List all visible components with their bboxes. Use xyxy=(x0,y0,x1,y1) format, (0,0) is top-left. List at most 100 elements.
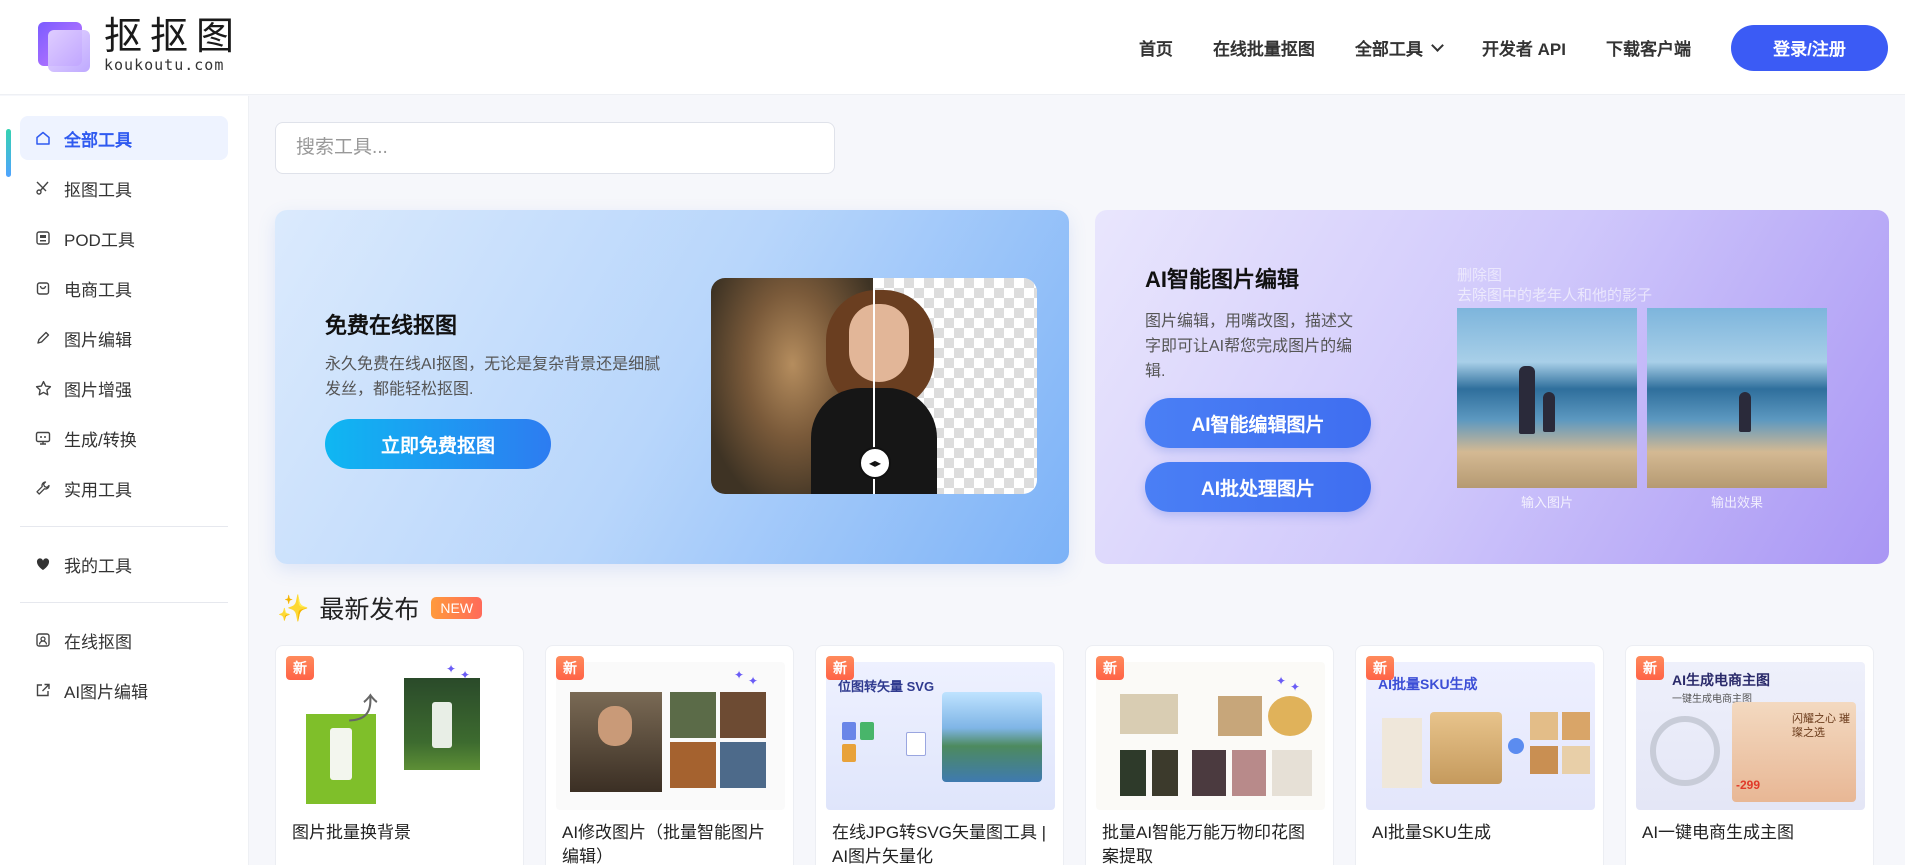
portrait-icon xyxy=(34,631,52,649)
heart-icon xyxy=(34,555,52,573)
new-badge: 新 xyxy=(286,656,314,680)
nav-download-client[interactable]: 下载客户端 xyxy=(1606,35,1691,60)
sidebar-item-image-edit[interactable]: 图片编辑 xyxy=(20,316,228,360)
card-thumbnail: ✦ ✦ xyxy=(1096,662,1325,810)
nav-developer-api[interactable]: 开发者 API xyxy=(1482,35,1566,60)
tool-card-jpg-to-svg[interactable]: 新 位图转矢量 SVG 在线JPG转SVG矢量图工具 | AI图片矢量化 xyxy=(815,645,1064,865)
wrench-icon xyxy=(34,479,52,497)
scissors-icon xyxy=(34,179,52,197)
sidebar-item-label: 图片编辑 xyxy=(64,330,132,350)
nav-all-tools[interactable]: 全部工具 xyxy=(1354,35,1444,60)
sidebar-item-my-tools[interactable]: 我的工具 xyxy=(20,542,228,586)
sidebar-item-label: 我的工具 xyxy=(64,556,132,576)
new-badge: 新 xyxy=(1096,656,1124,680)
logo-domain: koukoutu.com xyxy=(104,56,225,74)
sidebar-item-label: 图片增强 xyxy=(64,380,132,400)
nav-home[interactable]: 首页 xyxy=(1139,35,1173,60)
new-badge: 新 xyxy=(1636,656,1664,680)
child-figure xyxy=(1739,392,1751,432)
tool-card-ai-modify-image[interactable]: 新 ✦ ✦ AI修改图片（批量智能图片编辑） xyxy=(545,645,794,865)
sidebar-item-label: 在线抠图 xyxy=(64,632,132,652)
sidebar-divider xyxy=(20,526,228,527)
sidebar-divider xyxy=(20,602,228,603)
sidebar-item-all-tools[interactable]: 全部工具 xyxy=(20,116,228,160)
monitor-icon xyxy=(34,429,52,447)
output-beach-photo xyxy=(1647,308,1827,488)
sidebar-link-ai-image-edit[interactable]: AI图片编辑 xyxy=(20,668,228,712)
sidebar-item-label: 全部工具 xyxy=(64,130,132,150)
top-header: 抠抠图 koukoutu.com 首页 在线批量抠图 全部工具 开发者 API … xyxy=(0,0,1905,95)
logo-title: 抠抠图 xyxy=(104,14,243,58)
sidebar-item-label: 实用工具 xyxy=(64,480,132,500)
before-after-comparison-image[interactable]: ◂▸ xyxy=(711,278,1037,494)
tool-card-pattern-extraction[interactable]: 新 ✦ ✦ 批量AI智能万能万物印花图案提取 xyxy=(1085,645,1334,865)
sidebar-item-generate-convert[interactable]: 生成/转换 xyxy=(20,416,228,460)
sidebar-item-label: AI图片编辑 xyxy=(64,682,149,702)
new-badge: 新 xyxy=(826,656,854,680)
portrait-face xyxy=(849,304,909,382)
banner-description: 图片编辑，用嘴改图，描述文字即可让AI帮您完成图片的编辑. xyxy=(1145,313,1354,380)
new-badge: 新 xyxy=(1366,656,1394,680)
nav-batch-cutout[interactable]: 在线批量抠图 xyxy=(1213,35,1315,60)
sidebar-item-label: 生成/转换 xyxy=(64,430,137,450)
chevron-down-icon xyxy=(1431,38,1444,52)
sidebar-item-image-enhance[interactable]: 图片增强 xyxy=(20,366,228,410)
banner-description: 永久免费在线AI抠图，无论是复杂背景还是细腻发丝，都能轻松抠图. xyxy=(325,356,661,398)
sparkle-icon: ✨ xyxy=(277,592,310,623)
external-link-icon xyxy=(34,681,52,699)
tool-card-batch-background[interactable]: 新 ⤴ ✦ ✦ 图片批量换背景 xyxy=(275,645,524,865)
card-title: 图片批量换背景 xyxy=(292,823,411,842)
banner-title: AI智能图片编辑 xyxy=(1145,267,1300,292)
free-cutout-banner: 免费在线抠图 永久免费在线AI抠图，无论是复杂背景还是细腻发丝，都能轻松抠图. … xyxy=(275,210,1069,564)
comparison-slider-handle-icon[interactable]: ◂▸ xyxy=(859,447,891,479)
ai-batch-process-button[interactable]: AI批处理图片 xyxy=(1145,462,1371,512)
free-cutout-button[interactable]: 立即免费抠图 xyxy=(325,419,551,469)
card-thumbnail: ⤴ ✦ ✦ xyxy=(286,662,515,810)
input-beach-photo xyxy=(1457,308,1637,488)
sidebar-item-utility-tools[interactable]: 实用工具 xyxy=(20,466,228,510)
demo-tag: 删除图 xyxy=(1457,267,1503,284)
elder-figure xyxy=(1519,366,1535,434)
main-nav: 首页 在线批量抠图 全部工具 开发者 API 下载客户端 登录/注册 xyxy=(1139,0,1905,95)
tool-card-ecommerce-main-image[interactable]: 新 AI生成电商主图 一键生成电商主图 闪耀之心 璀璨之选 -299 AI一键电… xyxy=(1625,645,1874,865)
thumb-slogan: 闪耀之心 璀璨之选 xyxy=(1792,713,1851,739)
star-icon xyxy=(34,379,52,397)
sidebar-item-label: 电商工具 xyxy=(64,280,132,300)
card-thumbnail: ✦ ✦ xyxy=(556,662,785,810)
child-figure xyxy=(1543,392,1555,432)
card-title: 在线JPG转SVG矢量图工具 | AI图片矢量化 xyxy=(832,823,1047,865)
sidebar-item-label: 抠图工具 xyxy=(64,180,132,200)
card-thumbnail: AI生成电商主图 一键生成电商主图 闪耀之心 璀璨之选 -299 xyxy=(1636,662,1865,810)
site-logo[interactable]: 抠抠图 koukoutu.com xyxy=(38,16,242,74)
sidebar-item-ecommerce-tools[interactable]: 电商工具 xyxy=(20,266,228,310)
sidebar-scroll-indicator xyxy=(6,129,11,177)
new-badge: 新 xyxy=(556,656,584,680)
card-thumbnail: 位图转矢量 SVG xyxy=(826,662,1055,810)
tool-search-input[interactable] xyxy=(275,122,835,174)
sidebar: 全部工具 抠图工具 POD工具 电商工具 图片编辑 图片增强 生成/转换 实用工… xyxy=(0,96,249,865)
home-icon xyxy=(34,129,52,147)
thumb-title: AI生成电商主图 xyxy=(1672,672,1770,688)
print-icon xyxy=(34,229,52,247)
input-caption: 输入图片 xyxy=(1520,495,1573,510)
tool-card-batch-sku[interactable]: 新 AI批量SKU生成 AI批量SKU生成 xyxy=(1355,645,1604,865)
sidebar-item-cutout-tools[interactable]: 抠图工具 xyxy=(20,166,228,210)
nav-all-tools-label: 全部工具 xyxy=(1354,40,1423,59)
sidebar-item-pod-tools[interactable]: POD工具 xyxy=(20,216,228,260)
card-title: AI一键电商生成主图 xyxy=(1642,823,1795,842)
bag-icon xyxy=(34,279,52,297)
ai-smart-edit-button[interactable]: AI智能编辑图片 xyxy=(1145,398,1371,448)
new-badge: NEW xyxy=(431,597,483,619)
sidebar-item-label: POD工具 xyxy=(64,230,135,250)
demo-prompt: 去除图中的老年人和他的影子 xyxy=(1457,287,1653,304)
thumb-price: -299 xyxy=(1736,778,1761,792)
ai-image-edit-banner: AI智能图片编辑 图片编辑，用嘴改图，描述文字即可让AI帮您完成图片的编辑. A… xyxy=(1095,210,1889,564)
card-title: AI批量SKU生成 xyxy=(1372,823,1492,842)
login-register-button[interactable]: 登录/注册 xyxy=(1731,24,1888,71)
card-title: 批量AI智能万能万物印花图案提取 xyxy=(1102,823,1306,865)
logo-mark-icon xyxy=(38,18,92,72)
sidebar-link-online-cutout[interactable]: 在线抠图 xyxy=(20,618,228,662)
banner-title: 免费在线抠图 xyxy=(325,313,458,338)
card-title: AI修改图片（批量智能图片编辑） xyxy=(562,823,766,865)
latest-releases-heading: ✨ 最新发布 NEW xyxy=(277,590,483,626)
